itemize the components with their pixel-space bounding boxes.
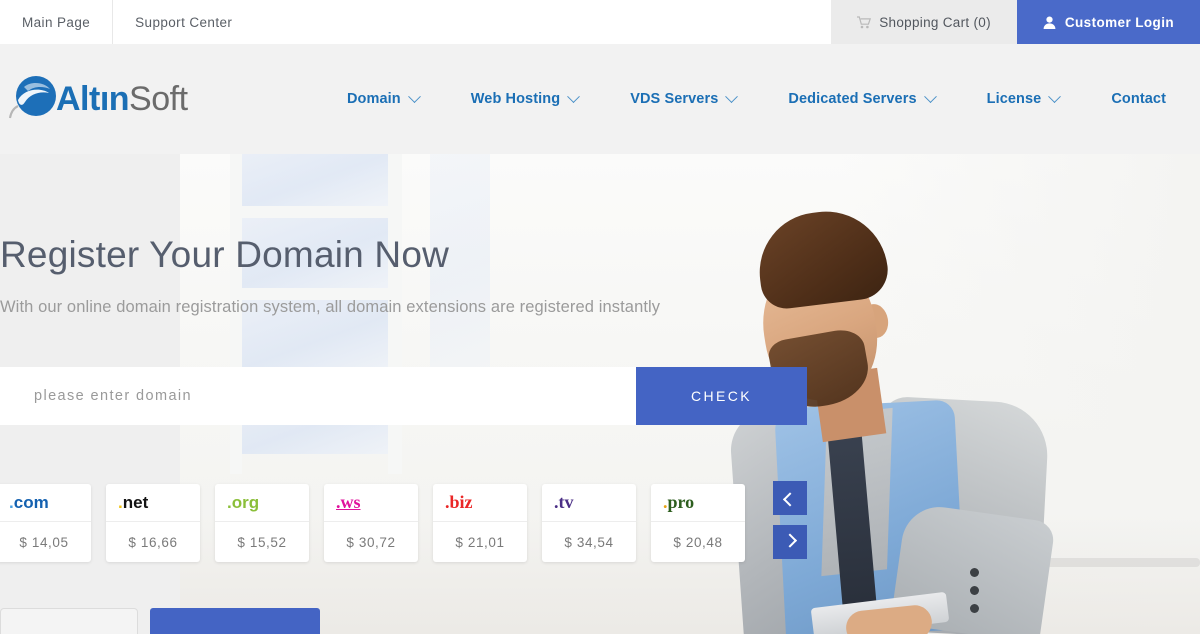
tld-label: pro: [667, 492, 695, 512]
chevron-down-icon: [1048, 89, 1062, 103]
carousel-next-button[interactable]: [773, 525, 807, 559]
tld-label: ws: [340, 492, 361, 512]
tld-price: $ 16,66: [128, 534, 178, 550]
site-logo[interactable]: AltınSoft: [8, 66, 198, 132]
site-header: AltınSoft Domain Web Hosting VDS Servers…: [0, 44, 1200, 154]
chevron-down-icon: [923, 89, 937, 103]
chevron-down-icon: [725, 89, 739, 103]
shopping-cart-label: Shopping Cart (0): [879, 14, 991, 30]
nav-item-vds-servers-label: VDS Servers: [630, 91, 719, 107]
tld-label: com: [13, 492, 49, 512]
carousel-prev-button[interactable]: [773, 481, 807, 515]
tld-name: . net: [106, 484, 200, 522]
domain-search-form: CHECK: [0, 367, 807, 425]
tld-label: org: [231, 492, 260, 512]
tld-card[interactable]: . net $ 16,66: [106, 484, 200, 562]
tld-name: . tv: [542, 484, 636, 522]
tld-card[interactable]: . org $ 15,52: [215, 484, 309, 562]
nav-item-dedicated-servers[interactable]: Dedicated Servers: [762, 89, 960, 107]
tld-card[interactable]: . com $ 14,05: [0, 484, 91, 562]
altinsoft-logo-icon: [8, 72, 62, 126]
tld-price: $ 30,72: [346, 534, 396, 550]
logo-text-primary: Altın: [56, 79, 130, 118]
nav-item-dedicated-servers-label: Dedicated Servers: [788, 91, 917, 107]
nav-item-license[interactable]: License: [961, 89, 1086, 107]
hero-subtitle: With our online domain registration syst…: [0, 298, 661, 316]
chevron-down-icon: [407, 89, 421, 103]
hero-content: Register Your Domain Now With our online…: [0, 154, 1200, 634]
tld-name: . org: [215, 484, 309, 522]
nav-item-contact-label: Contact: [1111, 91, 1166, 107]
tld-label: net: [122, 492, 149, 512]
tld-price: $ 14,05: [19, 534, 69, 550]
tld-card[interactable]: . tv $ 34,54: [542, 484, 636, 562]
customer-login-button[interactable]: Customer Login: [1016, 0, 1200, 44]
topbar-spacer: [254, 0, 832, 44]
top-link-main-page-label: Main Page: [22, 14, 91, 30]
tld-price: $ 20,48: [673, 534, 723, 550]
shopping-cart-icon: [857, 15, 872, 29]
logo-text-secondary: Soft: [129, 79, 188, 118]
tld-price: $ 21,01: [455, 534, 505, 550]
customer-login-label: Customer Login: [1064, 14, 1174, 30]
shopping-cart-button[interactable]: Shopping Cart (0): [831, 0, 1017, 44]
tld-price-carousel: . com $ 14,05 . net $ 16,66 . org $ 15,52 . ws $ 30…: [0, 484, 745, 564]
top-link-support-center-label: Support Center: [135, 14, 233, 30]
hero-title: Register Your Domain Now: [0, 234, 450, 275]
tld-name: . com: [0, 484, 91, 522]
partial-action-button[interactable]: [150, 608, 320, 634]
check-domain-button[interactable]: CHECK: [636, 367, 807, 425]
main-navigation: Domain Web Hosting VDS Servers Dedicated…: [321, 44, 1200, 154]
top-links-group: Main Page Support Center: [0, 0, 255, 44]
nav-item-vds-servers[interactable]: VDS Servers: [604, 89, 762, 107]
tld-card[interactable]: . ws $ 30,72: [324, 484, 418, 562]
nav-item-web-hosting[interactable]: Web Hosting: [445, 89, 604, 107]
tld-label: biz: [449, 492, 473, 512]
chevron-down-icon: [567, 89, 581, 103]
nav-item-contact[interactable]: Contact: [1085, 91, 1192, 107]
tld-name: . pro: [651, 484, 745, 522]
tld-card[interactable]: . pro $ 20,48: [651, 484, 745, 562]
carousel-arrows: [773, 481, 807, 559]
site-logo-text: AltınSoft: [56, 80, 188, 119]
nav-item-license-label: License: [986, 91, 1042, 107]
chevron-right-icon: [782, 533, 798, 548]
domain-search-input[interactable]: [0, 367, 636, 425]
nav-item-domain[interactable]: Domain: [321, 89, 445, 107]
nav-item-web-hosting-label: Web Hosting: [470, 91, 561, 107]
chevron-left-icon: [782, 492, 798, 507]
tld-label: tv: [558, 492, 574, 512]
user-icon: [1043, 16, 1056, 29]
top-link-support-center[interactable]: Support Center: [113, 0, 255, 44]
tld-name: . ws: [324, 484, 418, 522]
tld-card[interactable]: . biz $ 21,01: [433, 484, 527, 562]
hero-section: Register Your Domain Now With our online…: [0, 154, 1200, 634]
tld-price: $ 34,54: [564, 534, 614, 550]
nav-item-domain-label: Domain: [346, 91, 401, 107]
top-utility-bar: Main Page Support Center Shopping Cart (…: [0, 0, 1200, 44]
below-fold-partial-row: [0, 608, 807, 634]
partial-input-field[interactable]: [0, 608, 138, 634]
tld-price: $ 15,52: [237, 534, 287, 550]
top-link-main-page[interactable]: Main Page: [0, 0, 114, 44]
tld-name: . biz: [433, 484, 527, 522]
